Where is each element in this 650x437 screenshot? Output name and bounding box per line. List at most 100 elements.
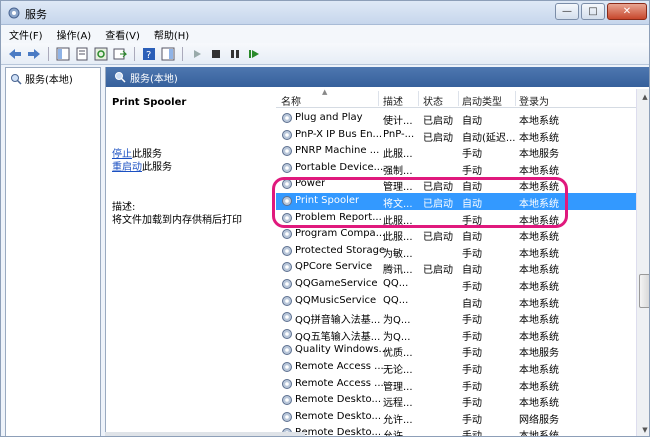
cell-startup: 手动 — [462, 315, 482, 327]
service-row[interactable]: Portable Device... 强制... 手动 本地系统 — [276, 160, 636, 177]
start-service-icon[interactable] — [189, 46, 205, 62]
cell-desc: 为敏... — [383, 248, 413, 260]
service-row[interactable]: Print Spooler 将文... 已启动 自动 本地系统 — [276, 193, 636, 210]
service-gear-icon — [282, 328, 292, 339]
column-description[interactable]: 描述 — [383, 93, 403, 108]
column-name[interactable]: 名称 — [281, 93, 301, 108]
restart-service-link[interactable]: 重启动 — [112, 162, 142, 173]
cell-desc: 远程... — [383, 398, 413, 410]
service-row[interactable]: Power 管理... 已启动 自动 本地系统 — [276, 176, 636, 193]
show-hide-icon[interactable] — [160, 46, 176, 62]
column-separator[interactable] — [378, 91, 379, 106]
cell-startup: 手动 — [462, 248, 482, 260]
cell-name: Power — [295, 178, 326, 190]
cell-desc: 为Q... — [383, 315, 411, 327]
cell-startup: 自动 — [462, 298, 482, 310]
magnifier-icon — [115, 72, 126, 83]
cell-desc: 使计... — [383, 116, 413, 127]
cell-startup: 手动 — [462, 348, 482, 360]
cell-logon: 本地系统 — [519, 199, 559, 210]
column-separator[interactable] — [515, 91, 516, 106]
service-row[interactable]: Plug and Play 使计... 已启动 自动 本地系统 — [276, 110, 636, 127]
cell-name: Print Spooler — [295, 195, 360, 206]
service-gear-icon — [282, 262, 292, 273]
cell-startup: 手动 — [462, 165, 482, 177]
service-gear-icon — [282, 212, 292, 223]
cell-name: Remote Access ... — [295, 377, 384, 389]
service-row[interactable]: QQGameService QQ... 手动 本地系统 — [276, 276, 636, 293]
service-row[interactable]: Problem Report... 此服... 手动 本地系统 — [276, 210, 636, 227]
service-gear-icon — [282, 295, 292, 306]
close-button[interactable]: ✕ — [607, 3, 647, 20]
scroll-down-icon[interactable]: ▼ — [638, 423, 649, 436]
scroll-up-icon[interactable]: ▲ — [638, 90, 649, 104]
svg-text:?: ? — [146, 50, 151, 61]
service-row[interactable]: PNRP Machine ... 此服... 手动 本地服务 — [276, 143, 636, 160]
properties-icon[interactable] — [74, 46, 90, 62]
service-row[interactable]: PnP-X IP Bus En... PnP-... 已启动 自动(延迟... 本地系统 — [276, 127, 636, 144]
service-row[interactable]: Remote Access ... 管理... 手动 本地系统 — [276, 376, 636, 393]
toolbar-separator — [182, 46, 183, 61]
service-row[interactable]: Protected Storage 为敏... 手动 本地系统 — [276, 243, 636, 260]
menu-help[interactable]: 帮助(H) — [154, 27, 189, 42]
column-status[interactable]: 状态 — [423, 93, 443, 108]
cell-name: QPCore Service — [295, 261, 373, 273]
service-gear-icon — [282, 345, 292, 356]
menu-file[interactable]: 文件(F) — [9, 27, 43, 42]
service-row[interactable]: QQ拼音输入法基... 为Q... 手动 本地系统 — [276, 309, 636, 326]
pause-service-icon[interactable] — [227, 46, 243, 62]
service-row[interactable]: Program Compa... 此服... 已启动 自动 本地系统 — [276, 226, 636, 243]
cell-logon: 本地系统 — [519, 165, 559, 177]
minimize-button[interactable]: — — [555, 3, 579, 20]
cell-logon: 本地系统 — [519, 298, 559, 310]
window-title: 服务 — [25, 8, 47, 21]
stop-service-icon[interactable] — [208, 46, 224, 62]
cell-startup: 手动 — [462, 381, 482, 393]
cell-startup: 手动 — [462, 431, 482, 437]
horizontal-scrollbar[interactable] — [105, 432, 305, 436]
cell-desc: 允许... — [383, 414, 413, 426]
cell-name: Remote Access ... — [295, 361, 384, 372]
scrollbar-thumb[interactable] — [639, 274, 649, 308]
service-row[interactable]: QQ五笔输入法基... 为Q... 手动 本地系统 — [276, 326, 636, 343]
menu-view[interactable]: 查看(V) — [105, 27, 140, 42]
restart-service-icon[interactable] — [246, 46, 262, 62]
console-tree-icon[interactable] — [55, 46, 71, 62]
column-logon-as[interactable]: 登录为 — [519, 93, 549, 108]
help-icon[interactable]: ? — [141, 46, 157, 62]
cell-startup: 自动 — [462, 232, 482, 244]
column-separator[interactable] — [458, 91, 459, 106]
cell-desc: 腾讯... — [383, 265, 413, 277]
refresh-icon[interactable] — [93, 46, 109, 62]
restart-service-line: 重启动此服务 — [112, 158, 172, 173]
service-row[interactable]: Remote Deskto... 远程... 手动 本地系统 — [276, 392, 636, 409]
service-gear-icon — [282, 362, 292, 372]
cell-startup: 自动 — [462, 182, 482, 194]
toolbar-separator — [48, 46, 49, 61]
cell-desc: 优质... — [383, 348, 413, 360]
column-startup-type[interactable]: 启动类型 — [462, 93, 502, 108]
service-row[interactable]: QPCore Service 腾讯... 已启动 自动 本地系统 — [276, 259, 636, 276]
cell-name: Remote Deskto... — [295, 410, 382, 422]
cell-desc: 此服... — [383, 215, 413, 227]
export-icon[interactable] — [112, 46, 128, 62]
cell-status: 已启动 — [423, 199, 453, 210]
tree-item-services-local[interactable]: 服务(本地) — [10, 71, 73, 86]
tree-item-label: 服务(本地) — [25, 75, 73, 86]
menu-action[interactable]: 操作(A) — [57, 27, 92, 42]
cell-startup: 自动(延迟... — [462, 132, 516, 144]
service-row[interactable]: Remote Deskto... 允许... 手动 网络服务 — [276, 409, 636, 426]
service-row[interactable]: Quality Windows... 优质... 手动 本地服务 — [276, 342, 636, 359]
service-row[interactable]: QQMusicService QQ... 自动 本地系统 — [276, 293, 636, 310]
cell-startup: 自动 — [462, 116, 482, 127]
vertical-scrollbar[interactable]: ▲ ▼ — [636, 89, 649, 436]
forward-icon[interactable] — [26, 46, 42, 62]
maximize-button[interactable]: □ — [581, 3, 605, 20]
column-separator[interactable] — [418, 91, 419, 106]
back-icon[interactable] — [7, 46, 23, 62]
service-row[interactable]: Remote Deskto... 允许... 手动 本地系统 — [276, 425, 636, 437]
cell-desc: 将文... — [383, 199, 413, 210]
cell-startup: 手动 — [462, 215, 482, 227]
cell-status: 已启动 — [423, 182, 453, 194]
service-row[interactable]: Remote Access ... 无论... 手动 本地系统 — [276, 359, 636, 376]
